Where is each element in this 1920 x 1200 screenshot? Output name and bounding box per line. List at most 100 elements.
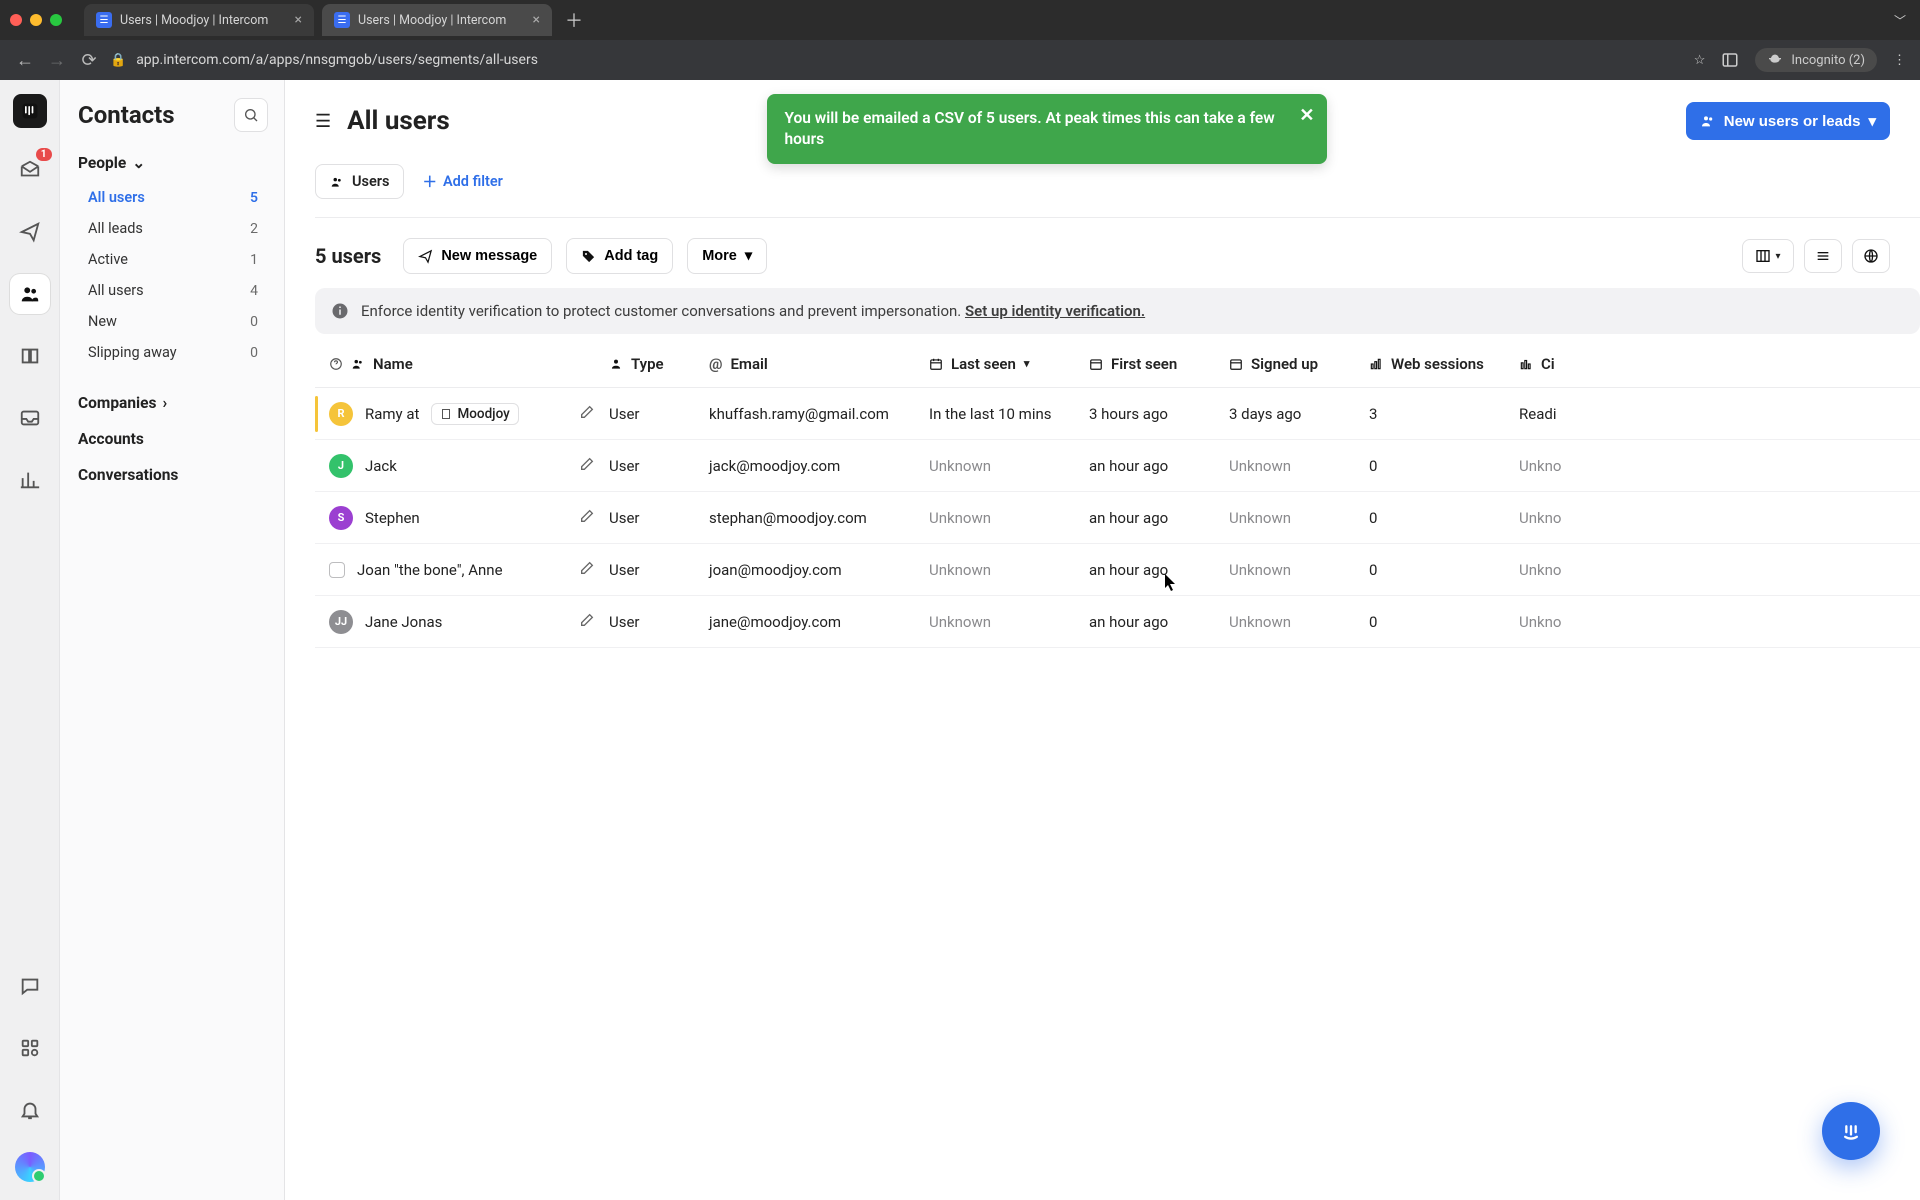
add-tag-button[interactable]: Add tag (566, 238, 673, 274)
browser-tab[interactable]: ☰ Users | Moodjoy | Intercom × (84, 4, 314, 36)
at-icon: @ (709, 355, 722, 373)
cell-city: Unkno (1519, 509, 1639, 527)
col-name[interactable]: Name (329, 355, 609, 373)
sidebar-item-active[interactable]: Active 1 (78, 244, 268, 275)
sidebar-title: Contacts (78, 98, 268, 132)
sidebar-item-label: All leads (88, 220, 143, 237)
window-zoom-icon[interactable] (50, 14, 62, 26)
tabs-overflow-icon[interactable]: ﹀ (1894, 12, 1906, 29)
app-root: 1 C (0, 80, 1920, 1200)
url-field[interactable]: app.intercom.com/a/apps/nnsgmgob/users/s… (136, 52, 1684, 68)
more-label: More (702, 248, 737, 264)
sidebar-item-slipping-away[interactable]: Slipping away 0 (78, 337, 268, 368)
export-toast: You will be emailed a CSV of 5 users. At… (767, 94, 1327, 164)
kebab-menu-icon[interactable]: ⋮ (1893, 53, 1906, 68)
window-minimize-icon[interactable] (30, 14, 42, 26)
nav-inbox2[interactable] (10, 398, 50, 438)
col-first-seen[interactable]: First seen (1089, 355, 1229, 373)
sidebar-accounts[interactable]: Accounts (78, 430, 268, 448)
table-row[interactable]: Joan "the bone", Anne User joan@moodjoy.… (315, 544, 1920, 596)
table-row[interactable]: JJ Jane Jonas User jane@moodjoy.com Unkn… (315, 596, 1920, 648)
columns-config-button[interactable]: ▾ (1742, 239, 1794, 273)
nav-apps[interactable] (10, 1028, 50, 1068)
sidebar-people-toggle[interactable]: People ⌄ (78, 154, 268, 172)
edit-icon[interactable] (579, 456, 595, 476)
nav-profile-avatar[interactable] (15, 1152, 45, 1182)
edit-icon[interactable] (579, 404, 595, 424)
nav-articles[interactable] (10, 336, 50, 376)
list-view-toggle[interactable] (1804, 239, 1842, 273)
globe-view-toggle[interactable] (1852, 239, 1890, 273)
sidebar-item-all-users[interactable]: All users 4 (78, 275, 268, 306)
chevron-down-icon: ⌄ (132, 154, 145, 172)
cell-city: Unkno (1519, 457, 1639, 475)
sidebar: Contacts People ⌄ All users 5All leads 2… (60, 80, 285, 1200)
edit-icon[interactable] (579, 612, 595, 632)
lock-icon[interactable]: 🔒 (110, 53, 126, 68)
cell-first-seen: an hour ago (1089, 509, 1229, 527)
more-menu-button[interactable]: More ▾ (687, 238, 767, 274)
col-city[interactable]: Ci (1519, 355, 1639, 373)
reload-icon[interactable]: ⟳ (78, 50, 100, 71)
collapse-sidebar-icon[interactable]: ☰ (315, 111, 331, 132)
bookmark-icon[interactable]: ☆ (1694, 53, 1706, 68)
sidebar-item-all-leads[interactable]: All leads 2 (78, 213, 268, 244)
nav-reports[interactable] (10, 460, 50, 500)
col-web-sessions[interactable]: Web sessions (1369, 355, 1519, 373)
nav-notifications[interactable] (10, 1090, 50, 1130)
sidebar-item-label: All users (88, 282, 144, 299)
user-avatar: S (329, 506, 353, 530)
nav-messenger[interactable] (10, 966, 50, 1006)
nav-outbound[interactable] (10, 212, 50, 252)
user-avatar: J (329, 454, 353, 478)
toast-close-icon[interactable]: ✕ (1299, 104, 1314, 128)
new-message-button[interactable]: New message (403, 238, 552, 274)
tab-close-icon[interactable]: × (295, 12, 302, 28)
incognito-badge[interactable]: Incognito (2) (1755, 48, 1877, 72)
cell-signed-up: Unknown (1229, 613, 1369, 631)
bar-chart-icon (1519, 357, 1533, 371)
browser-tab-active[interactable]: ☰ Users | Moodjoy | Intercom × (322, 4, 552, 36)
edit-icon[interactable] (579, 560, 595, 580)
sidebar-search-button[interactable] (234, 98, 268, 132)
calendar-icon (1229, 357, 1243, 371)
caret-down-icon: ▾ (1868, 112, 1876, 130)
add-filter-button[interactable]: ＋ Add filter (422, 171, 502, 192)
company-chip[interactable]: Moodjoy (431, 403, 518, 425)
col-email[interactable]: @ Email (709, 355, 929, 373)
sidebar-conversations[interactable]: Conversations (78, 466, 268, 484)
sidebar-item-all-users[interactable]: All users 5 (78, 182, 268, 213)
tab-close-icon[interactable]: × (533, 12, 540, 28)
window-close-icon[interactable] (10, 14, 22, 26)
window-controls[interactable] (10, 14, 62, 26)
new-users-leads-button[interactable]: New users or leads ▾ (1686, 102, 1890, 140)
back-icon[interactable]: ← (14, 50, 36, 71)
tab-strip: ☰ Users | Moodjoy | Intercom × ☰ Users |… (0, 0, 1920, 40)
sidebar-item-new[interactable]: New 0 (78, 306, 268, 337)
forward-icon[interactable]: → (46, 50, 68, 71)
table-row[interactable]: J Jack User jack@moodjoy.com Unknown an … (315, 440, 1920, 492)
table-row[interactable]: S Stephen User stephan@moodjoy.com Unkno… (315, 492, 1920, 544)
chevron-right-icon: › (162, 394, 167, 412)
caret-down-icon: ▾ (745, 248, 752, 264)
sidebar-companies-toggle[interactable]: Companies › (78, 394, 268, 412)
address-bar: ← → ⟳ 🔒 app.intercom.com/a/apps/nnsgmgob… (0, 40, 1920, 80)
nav-contacts[interactable] (10, 274, 50, 314)
col-last-seen[interactable]: Last seen ▾ (929, 355, 1089, 373)
intercom-launcher[interactable] (1822, 1102, 1880, 1160)
cell-city: Unkno (1519, 561, 1639, 579)
edit-icon[interactable] (579, 508, 595, 528)
nav-inbox[interactable]: 1 (10, 150, 50, 190)
intercom-logo-icon[interactable] (13, 94, 47, 128)
col-type[interactable]: Type (609, 355, 709, 373)
cell-last-seen: Unknown (929, 457, 1089, 475)
cell-web-sessions: 0 (1369, 509, 1519, 527)
filter-users-pill[interactable]: Users (315, 164, 404, 199)
col-signed-up[interactable]: Signed up (1229, 355, 1369, 373)
table-row[interactable]: R Ramy at Moodjoy User khuffash.ramy@gma… (315, 388, 1920, 440)
sidebar-item-count: 2 (250, 221, 258, 237)
panel-icon[interactable] (1721, 51, 1739, 69)
banner-link[interactable]: Set up identity verification. (965, 302, 1145, 320)
table-header: Name Type @ Email Last seen ▾ (315, 340, 1920, 388)
new-tab-button[interactable]: ＋ (560, 6, 588, 34)
